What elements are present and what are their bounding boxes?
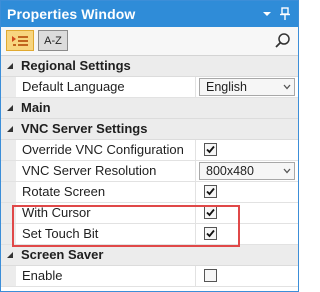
category-regional-settings[interactable]: Regional Settings [1,56,298,77]
category-label: Main [21,100,51,115]
window-title: Properties Window [7,6,136,22]
property-row-default-language[interactable]: Default Language English [1,77,298,98]
row-gutter [1,224,16,244]
collapse-icon[interactable] [5,124,15,134]
property-row-set-touch-bit[interactable]: Set Touch Bit [1,224,298,245]
property-row-with-cursor[interactable]: With Cursor [1,203,298,224]
property-value [197,140,298,160]
properties-window: Properties Window A-Z Regional Settings … [0,0,299,292]
default-language-dropdown[interactable]: English [199,78,295,96]
property-row-enable[interactable]: Enable [1,266,298,287]
row-gutter [1,77,16,97]
enable-checkbox[interactable] [204,269,217,282]
property-name: Enable [16,266,196,286]
property-name: Set Touch Bit [16,224,196,244]
checkmark-icon [206,208,215,217]
property-value [197,203,298,223]
collapse-icon[interactable] [5,250,15,260]
category-label: Screen Saver [21,247,104,262]
search-icon[interactable] [274,32,292,50]
alphabetical-label: A-Z [44,34,62,47]
row-gutter [1,140,16,160]
dropdown-value: 800x480 [206,164,254,178]
property-value: 800x480 [197,161,298,181]
dropdown-value: English [206,80,247,94]
with-cursor-checkbox[interactable] [204,206,217,219]
property-name: VNC Server Resolution [16,161,196,181]
title-bar: Properties Window [1,1,298,27]
category-main[interactable]: Main [1,98,298,119]
categorized-icon [12,35,28,46]
property-row-override-vnc-configuration[interactable]: Override VNC Configuration [1,140,298,161]
property-name: With Cursor [16,203,196,223]
override-vnc-configuration-checkbox[interactable] [204,143,217,156]
property-value: English [197,77,298,97]
property-value [197,182,298,202]
checkmark-icon [206,145,215,154]
dropdown-arrow-icon[interactable] [259,6,275,22]
property-name: Default Language [16,77,196,97]
chevron-down-icon [283,168,291,174]
category-vnc-server-settings[interactable]: VNC Server Settings [1,119,298,140]
pin-icon[interactable] [277,6,293,22]
toolbar: A-Z [1,27,298,56]
rotate-screen-checkbox[interactable] [204,185,217,198]
alphabetical-view-button[interactable]: A-Z [38,30,68,51]
chevron-down-icon [283,84,291,90]
property-name: Override VNC Configuration [16,140,196,160]
set-touch-bit-checkbox[interactable] [204,227,217,240]
row-gutter [1,182,16,202]
category-screen-saver[interactable]: Screen Saver [1,245,298,266]
property-value [197,224,298,244]
checkmark-icon [206,229,215,238]
collapse-icon[interactable] [5,61,15,71]
property-value [197,266,298,286]
row-gutter [1,266,16,286]
row-gutter [1,203,16,223]
property-name: Rotate Screen [16,182,196,202]
categorized-view-button[interactable] [6,30,34,51]
vnc-server-resolution-dropdown[interactable]: 800x480 [199,162,295,180]
checkmark-icon [206,187,215,196]
collapse-icon[interactable] [5,103,15,113]
category-label: VNC Server Settings [21,121,148,136]
category-label: Regional Settings [21,58,131,73]
row-gutter [1,161,16,181]
property-row-rotate-screen[interactable]: Rotate Screen [1,182,298,203]
property-row-vnc-server-resolution[interactable]: VNC Server Resolution 800x480 [1,161,298,182]
property-grid: Regional Settings Default Language Engli… [1,56,298,291]
